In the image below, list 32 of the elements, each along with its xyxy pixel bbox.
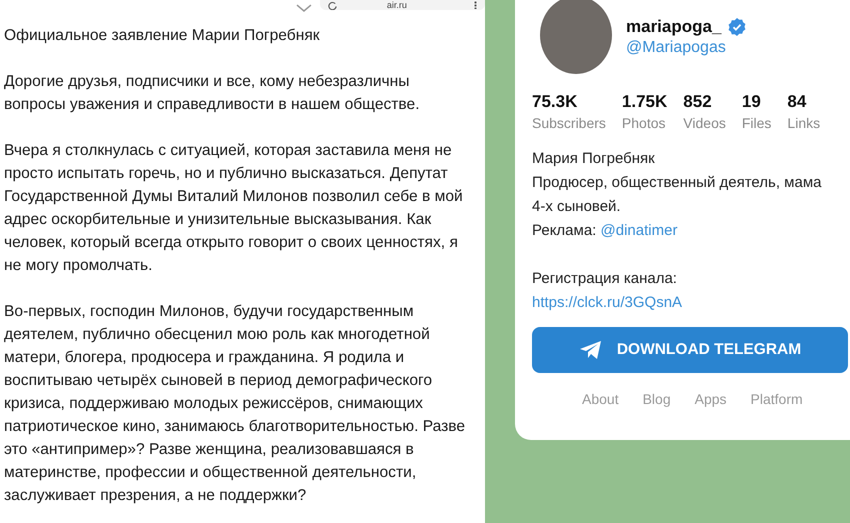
footer-link[interactable]: Platform [750, 391, 803, 407]
menu-icon[interactable] [474, 1, 477, 9]
bio-text: Регистрация канала: [532, 269, 678, 289]
bio-link[interactable]: @dinatimer [600, 222, 678, 239]
bio-text: Продюсер, общественный деятель, мама 4-х сыновей. [532, 173, 822, 217]
download-telegram-button[interactable]: DOWNLOAD TELEGRAM [532, 327, 848, 373]
footer-link[interactable]: Apps [694, 391, 727, 407]
chevron-down-icon[interactable] [296, 4, 312, 13]
reload-icon [328, 0, 337, 10]
channel-name: mariapoga_ [626, 17, 722, 37]
stat-label: Files [742, 115, 772, 131]
stat-label: Videos [683, 115, 726, 131]
footer-link[interactable]: Blog [642, 391, 671, 407]
bio-text: Реклама: [532, 222, 598, 239]
stat-value: 1.75K [622, 92, 668, 112]
bio-link[interactable]: https://clck.ru/3GQsnA [532, 294, 682, 311]
stat-value: 75.3K [532, 92, 578, 112]
stat-value: 84 [787, 92, 808, 112]
stat-value: 19 [742, 92, 762, 112]
address-bar[interactable]: air.ru [320, 0, 485, 10]
paper-plane-icon [578, 340, 603, 360]
channel-handle-link[interactable]: @Mariapogas [626, 39, 726, 57]
article-paragraph: Вчера я столкнулась с ситуацией, которая заставила меня не просто испытать горечь, но и публично высказаться. Депутат Государственной Думы Виталий Милонов позволил себе в мой адрес оскорбительные и унизительные высказывания. Как человек, который всегда открыто говорит о своих ценностях, я не могу промолчать. [4, 141, 464, 276]
article-paragraph: Дорогие друзья, подписчики и все, кому небезразличны вопросы уважения и справедливости в нашем обществе. [4, 72, 421, 115]
article-title: Официальное заявление Марии Погребняк [4, 26, 321, 46]
stat-label: Photos [622, 115, 667, 131]
bio-text: Мария Погребняк [532, 149, 656, 169]
footer-link[interactable]: About [582, 391, 619, 407]
stat-label: Links [787, 115, 820, 131]
stat-value: 852 [683, 92, 713, 112]
article-paragraph: Во-первых, господин Милонов, будучи государственным деятелем, публично обесценил мою роль как многодетной матери, блогера, продюсера и гражданина. Я родила и воспитываю четырёх сыновей в период демографического кризиса, поддерживаю молодых режиссёров, снимающих патриотическое кино, занимаюсь благотворительностью. Разве это «антипример»? Разве женщина, реализовавшаяся в материнстве, профессии и общественной деятельности, заслуживает презрения, а не поддержки? [4, 302, 466, 506]
stat-label: Subscribers [532, 115, 606, 131]
